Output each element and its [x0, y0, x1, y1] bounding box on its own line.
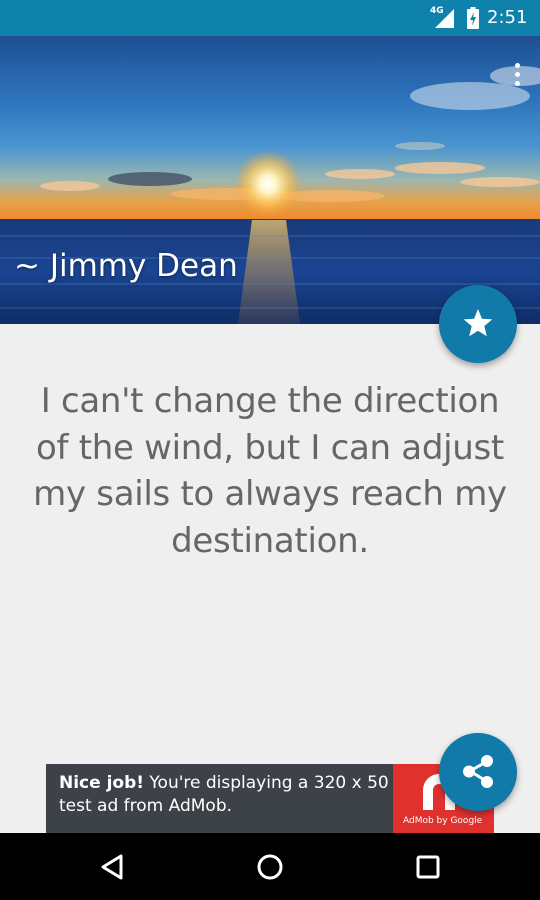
star-icon	[463, 309, 493, 337]
battery-charging-icon	[467, 7, 479, 29]
app-screen: 4G 2:51 ~ Jimmy Dean I can't change the …	[0, 0, 540, 900]
network-type-label: 4G	[430, 6, 444, 16]
status-bar: 4G 2:51	[0, 0, 540, 36]
quote-text: I can't change the direction of the wind…	[33, 381, 507, 561]
ad-banner[interactable]: Nice job! You're displaying a 320 x 50 t…	[46, 764, 494, 833]
share-icon	[463, 755, 493, 788]
share-button[interactable]	[439, 733, 517, 811]
ad-bold-text: Nice job!	[59, 773, 145, 793]
favorite-button[interactable]	[439, 285, 517, 363]
header-image: ~ Jimmy Dean	[0, 36, 540, 324]
back-button[interactable]	[93, 847, 133, 887]
quote-author: ~ Jimmy Dean	[14, 248, 238, 284]
home-circle-icon	[257, 854, 283, 880]
navigation-bar	[0, 833, 540, 900]
admob-caption: AdMob by Google	[403, 816, 483, 826]
overflow-menu-icon[interactable]	[512, 63, 522, 89]
status-time: 2:51	[487, 7, 528, 28]
recents-button[interactable]	[408, 847, 448, 887]
network-signal-icon: 4G	[430, 6, 456, 29]
back-triangle-icon	[101, 854, 123, 880]
home-button[interactable]	[250, 847, 290, 887]
ad-text: Nice job! You're displaying a 320 x 50 t…	[59, 772, 389, 818]
recents-square-icon	[416, 855, 440, 879]
